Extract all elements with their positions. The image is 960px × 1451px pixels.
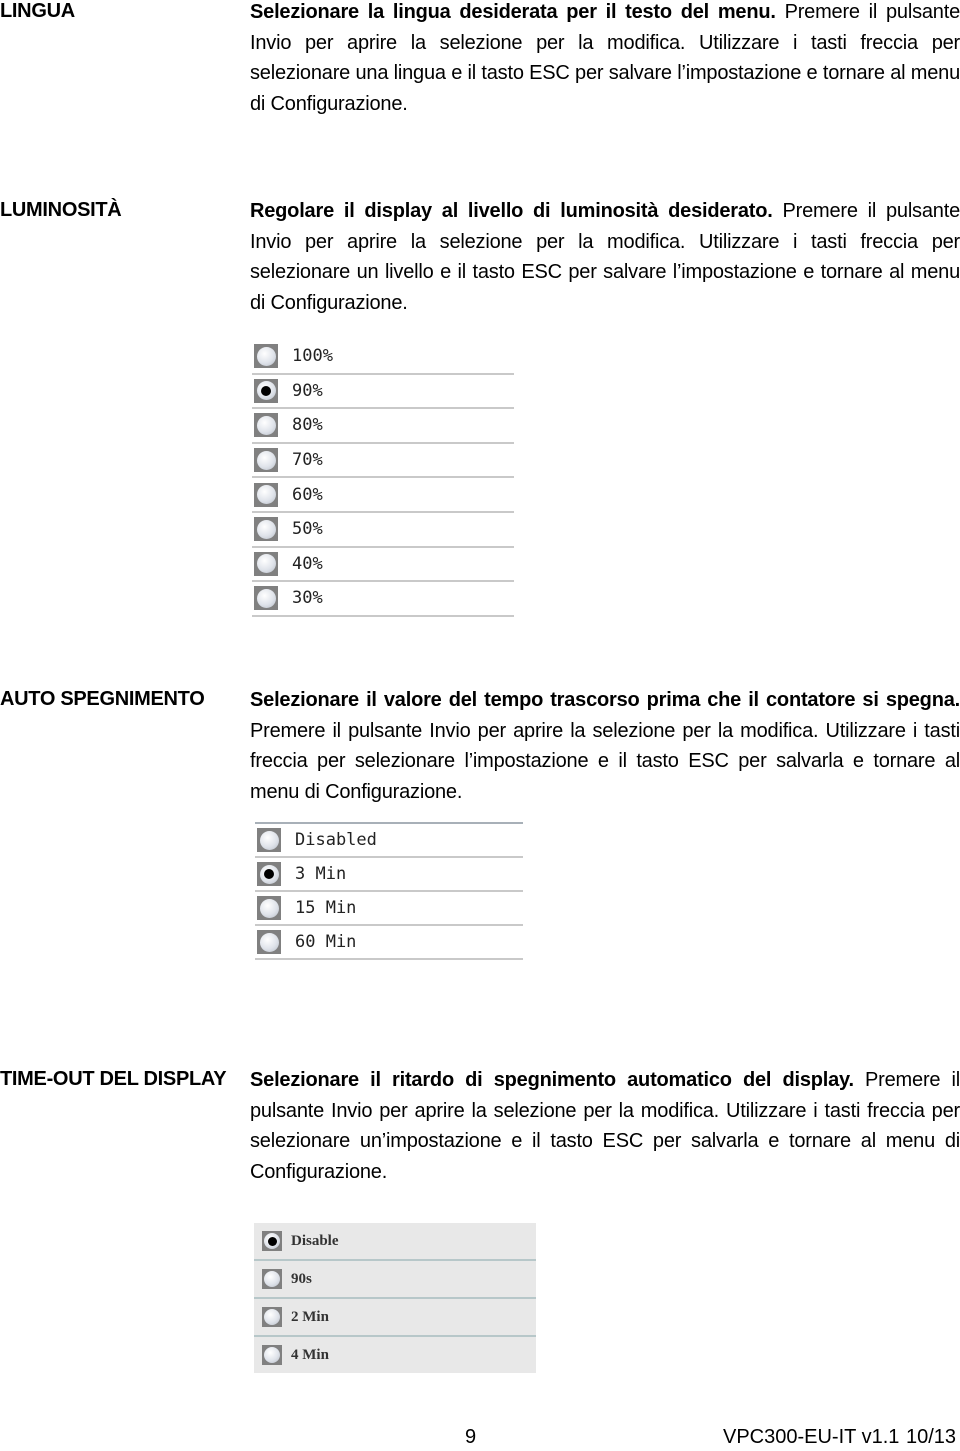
- section-term-auto-spegnimento: AUTO SPEGNIMENTO: [0, 688, 205, 710]
- radio-unchecked-icon[interactable]: [257, 896, 281, 920]
- radio-circle: [259, 830, 279, 850]
- radio-option[interactable]: 100%: [252, 340, 514, 375]
- radio-unchecked-icon[interactable]: [254, 551, 278, 576]
- radio-option[interactable]: 60%: [252, 478, 514, 513]
- radio-option[interactable]: Disable: [254, 1223, 536, 1261]
- radio-dot: [261, 385, 271, 396]
- radio-unchecked-icon[interactable]: [257, 930, 281, 954]
- radio-circle: [256, 519, 276, 539]
- radio-unchecked-icon[interactable]: [254, 413, 278, 438]
- radio-option[interactable]: 80%: [252, 409, 514, 444]
- radio-unchecked-icon[interactable]: [262, 1345, 282, 1365]
- radio-option-label: 90s: [291, 1270, 312, 1287]
- radio-option-label: 100%: [292, 346, 333, 367]
- radio-option-label: 60 Min: [295, 932, 357, 952]
- radio-option-label: 90%: [292, 380, 323, 401]
- radio-option[interactable]: 90s: [254, 1261, 536, 1299]
- radio-option-label: 70%: [292, 450, 323, 471]
- page-of-total: 10/13: [906, 1426, 957, 1448]
- radio-circle: [256, 450, 276, 470]
- radio-option-label: Disabled: [295, 830, 377, 850]
- radio-circle: [256, 381, 276, 401]
- radio-circle: [264, 1271, 280, 1287]
- radio-unchecked-icon[interactable]: [254, 586, 278, 611]
- desc-bold: Selezionare il valore del tempo trascors…: [250, 689, 960, 711]
- radio-option-label: 80%: [292, 415, 323, 436]
- radio-circle: [264, 1233, 280, 1249]
- section-term-timeout-display: TIME-OUT DEL DISPLAY: [0, 1068, 227, 1090]
- radio-unchecked-icon[interactable]: [262, 1307, 282, 1327]
- radio-option[interactable]: 3 Min: [255, 858, 523, 892]
- radio-option-label: 3 Min: [295, 864, 347, 884]
- radio-circle: [264, 1309, 280, 1325]
- radio-circle: [256, 346, 276, 366]
- section-term-lingua: LINGUA: [0, 0, 75, 22]
- auto-off-radio-list: Disabled 3 Min 15 Min 60 Min: [255, 822, 523, 960]
- radio-dot: [267, 1236, 277, 1246]
- radio-option[interactable]: 15 Min: [255, 892, 523, 926]
- radio-circle: [256, 415, 276, 435]
- page-number: 9: [465, 1426, 477, 1448]
- desc-bold: Selezionare il ritardo di spegnimento au…: [250, 1069, 854, 1091]
- radio-option-label: Disable: [291, 1232, 339, 1249]
- display-timeout-radio-list: Disable 90s 2 Min 4 Min: [254, 1223, 536, 1373]
- radio-option[interactable]: Disabled: [255, 824, 523, 858]
- radio-unchecked-icon[interactable]: [254, 448, 278, 473]
- desc-body: Premere il pulsante Invio per aprire la …: [250, 719, 960, 803]
- radio-circle: [256, 554, 276, 574]
- radio-option[interactable]: 70%: [252, 444, 514, 479]
- section-desc-lingua: Selezionare la lingua desiderata per il …: [250, 0, 960, 119]
- section-term-luminosita: LUMINOSITÀ: [0, 199, 122, 221]
- radio-option[interactable]: 60 Min: [255, 926, 523, 960]
- radio-option[interactable]: 30%: [252, 582, 514, 617]
- radio-dot: [264, 869, 274, 879]
- radio-option-label: 2 Min: [291, 1308, 329, 1325]
- radio-checked-icon[interactable]: [262, 1231, 282, 1251]
- radio-circle: [256, 485, 276, 505]
- radio-option[interactable]: 90%: [252, 375, 514, 410]
- desc-bold: Selezionare la lingua desiderata per il …: [250, 1, 776, 23]
- radio-unchecked-icon[interactable]: [254, 517, 278, 542]
- section-desc-luminosita: Regolare il display al livello di lumino…: [250, 196, 960, 318]
- radio-circle: [264, 1347, 280, 1363]
- radio-circle: [256, 588, 276, 608]
- radio-option[interactable]: 2 Min: [254, 1299, 536, 1337]
- section-desc-timeout-display: Selezionare il ritardo di spegnimento au…: [250, 1065, 960, 1187]
- radio-option-label: 30%: [292, 588, 323, 609]
- radio-circle: [259, 898, 279, 918]
- radio-unchecked-icon[interactable]: [254, 344, 278, 369]
- radio-checked-icon[interactable]: [257, 862, 281, 886]
- radio-option[interactable]: 4 Min: [254, 1337, 536, 1373]
- radio-option-label: 50%: [292, 519, 323, 540]
- radio-option-label: 15 Min: [295, 898, 357, 918]
- radio-unchecked-icon[interactable]: [262, 1269, 282, 1289]
- radio-option[interactable]: 40%: [252, 548, 514, 583]
- radio-circle: [259, 932, 279, 952]
- radio-checked-icon[interactable]: [254, 378, 278, 403]
- radio-circle: [259, 864, 279, 884]
- brightness-radio-list: 100% 90% 80% 70% 60% 50% 40% 30%: [252, 340, 514, 617]
- desc-bold: Regolare il display al livello di lumino…: [250, 200, 773, 222]
- radio-unchecked-icon[interactable]: [257, 828, 281, 852]
- radio-option[interactable]: 50%: [252, 513, 514, 548]
- radio-option-label: 60%: [292, 484, 323, 505]
- radio-option-label: 4 Min: [291, 1346, 329, 1363]
- document-id: VPC300-EU-IT v1.1: [723, 1426, 900, 1448]
- radio-option-label: 40%: [292, 553, 323, 574]
- section-desc-auto-spegnimento: Selezionare il valore del tempo trascors…: [250, 685, 960, 807]
- radio-unchecked-icon[interactable]: [254, 482, 278, 507]
